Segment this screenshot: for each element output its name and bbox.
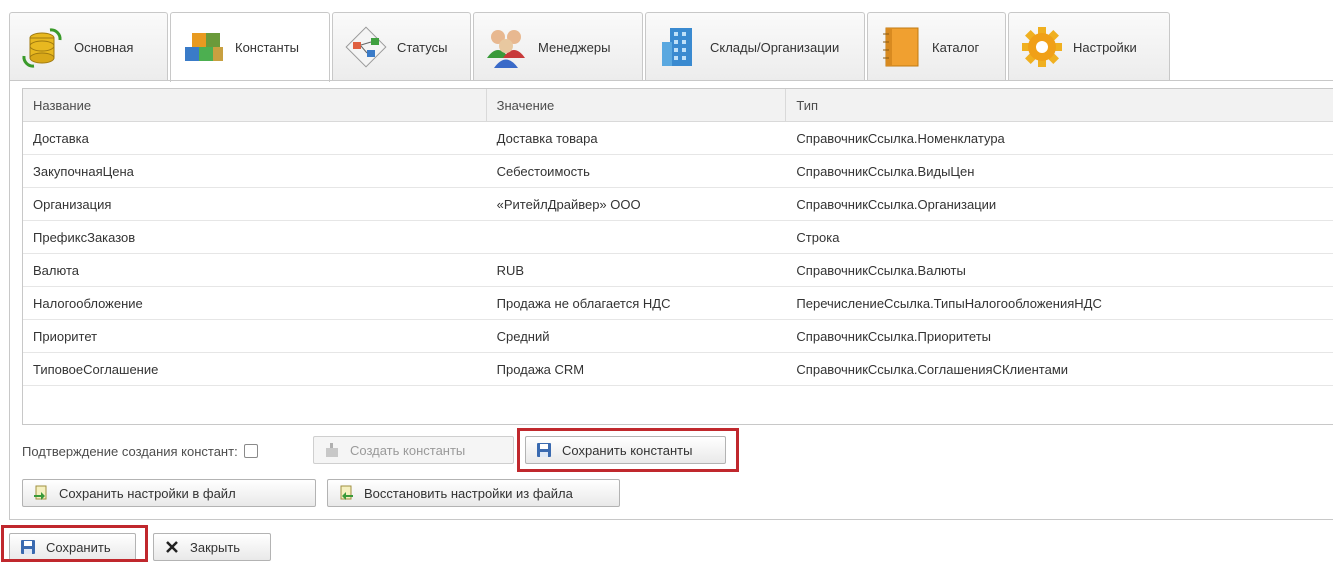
save-settings-file-label: Сохранить настройки в файл xyxy=(59,485,236,501)
tab-settings-label: Настройки xyxy=(1073,39,1137,55)
catalog-icon xyxy=(883,27,919,67)
close-button[interactable]: Закрыть xyxy=(153,533,271,561)
column-header-type[interactable]: Тип xyxy=(786,89,1333,121)
tab-constants-label: Константы xyxy=(235,40,299,55)
constants-table: Название Значение Тип Доставка Доставка … xyxy=(22,88,1333,425)
save-settings-file-button[interactable]: Сохранить настройки в файл xyxy=(22,479,316,507)
cell-name: Организация xyxy=(33,196,112,212)
tab-statuses[interactable]: Статусы xyxy=(332,12,471,81)
tab-main[interactable]: Основная xyxy=(9,12,168,81)
cell-name: Доставка xyxy=(33,130,89,146)
highlight-save-constants xyxy=(517,428,739,472)
cell-name: ТиповоеСоглашение xyxy=(33,361,159,377)
people-icon xyxy=(487,30,525,68)
tab-main-label: Основная xyxy=(74,39,134,55)
cell-type: СправочникСсылка.Валюты xyxy=(796,262,966,278)
cell-value: Себестоимость xyxy=(496,163,590,179)
tab-catalog[interactable]: Каталог xyxy=(867,12,1006,81)
cell-type: СправочникСсылка.Номенклатура xyxy=(796,130,1005,146)
database-sync-icon xyxy=(22,28,62,68)
table-row[interactable]: Организация «РитейлДрайвер» ООО Справочн… xyxy=(23,188,1333,221)
gear-icon xyxy=(1022,27,1062,67)
cell-type: Строка xyxy=(796,229,840,245)
highlight-save xyxy=(1,525,148,562)
cell-type: ПеречислениеСсылка.ТипыНалогообложенияНД… xyxy=(796,295,1102,311)
close-button-label: Закрыть xyxy=(190,539,241,555)
import-file-icon xyxy=(340,485,353,500)
cell-value xyxy=(487,221,787,253)
table-row[interactable]: Налогообложение Продажа не облагается НД… xyxy=(23,287,1333,320)
cubes-icon xyxy=(185,32,223,61)
cell-name: Приоритет xyxy=(33,328,98,344)
table-row[interactable]: ТиповоеСоглашение Продажа CRM Справочник… xyxy=(23,353,1333,386)
cell-type: СправочникСсылка.Организации xyxy=(796,196,997,212)
tab-bar: Основная Константы Статусы Менеджеры Скл… xyxy=(9,12,1172,82)
create-constants-icon xyxy=(326,443,338,457)
create-constants-label: Создать константы xyxy=(350,442,466,458)
tab-constants[interactable]: Константы xyxy=(170,12,330,82)
tab-managers[interactable]: Менеджеры xyxy=(473,12,643,81)
cell-value: Продажа CRM xyxy=(496,361,585,377)
tab-statuses-label: Статусы xyxy=(397,39,448,55)
cell-value: Доставка товара xyxy=(496,130,598,146)
tab-warehouses[interactable]: Склады/Организации xyxy=(645,12,865,81)
cell-value: «РитейлДрайвер» ООО xyxy=(496,196,641,212)
confirm-row: Подтверждение создания констант: xyxy=(22,436,258,466)
cell-type: СправочникСсылка.ВидыЦен xyxy=(796,163,975,179)
workflow-icon xyxy=(345,26,387,68)
cell-name: Налогообложение xyxy=(33,295,143,311)
table-row[interactable]: Доставка Доставка товара СправочникСсылк… xyxy=(23,122,1333,155)
cell-name: ЗакупочнаяЦена xyxy=(33,163,134,179)
tab-catalog-label: Каталог xyxy=(932,39,980,55)
cell-name: Валюта xyxy=(33,262,79,278)
table-row[interactable]: ЗакупочнаяЦена Себестоимость СправочникС… xyxy=(23,155,1333,188)
export-file-icon xyxy=(34,485,47,500)
cell-value: Продажа не облагается НДС xyxy=(496,295,671,311)
tab-settings[interactable]: Настройки xyxy=(1008,12,1170,81)
table-header: Название Значение Тип xyxy=(23,89,1333,122)
table-row[interactable]: Приоритет Средний СправочникСсылка.Приор… xyxy=(23,320,1333,353)
column-header-value[interactable]: Значение xyxy=(487,89,787,121)
cell-type: СправочникСсылка.Приоритеты xyxy=(796,328,992,344)
tab-warehouses-label: Склады/Организации xyxy=(710,39,840,55)
restore-settings-file-label: Восстановить настройки из файла xyxy=(364,485,573,501)
table-row[interactable]: Валюта RUB СправочникСсылка.Валюты xyxy=(23,254,1333,287)
building-icon xyxy=(662,28,692,66)
cell-name: ПрефиксЗаказов xyxy=(33,229,136,245)
close-icon xyxy=(166,541,178,553)
tab-managers-label: Менеджеры xyxy=(538,39,611,55)
column-header-name[interactable]: Название xyxy=(23,89,487,121)
confirm-label: Подтверждение создания констант: xyxy=(22,443,238,459)
cell-value: RUB xyxy=(496,262,525,278)
table-row[interactable]: ПрефиксЗаказов Строка xyxy=(23,221,1333,254)
create-constants-button[interactable]: Создать константы xyxy=(313,436,514,464)
cell-value: Средний xyxy=(496,328,550,344)
restore-settings-file-button[interactable]: Восстановить настройки из файла xyxy=(327,479,620,507)
cell-type: СправочникСсылка.СоглашенияСКлиентами xyxy=(796,361,1069,377)
confirm-checkbox[interactable] xyxy=(243,444,258,458)
